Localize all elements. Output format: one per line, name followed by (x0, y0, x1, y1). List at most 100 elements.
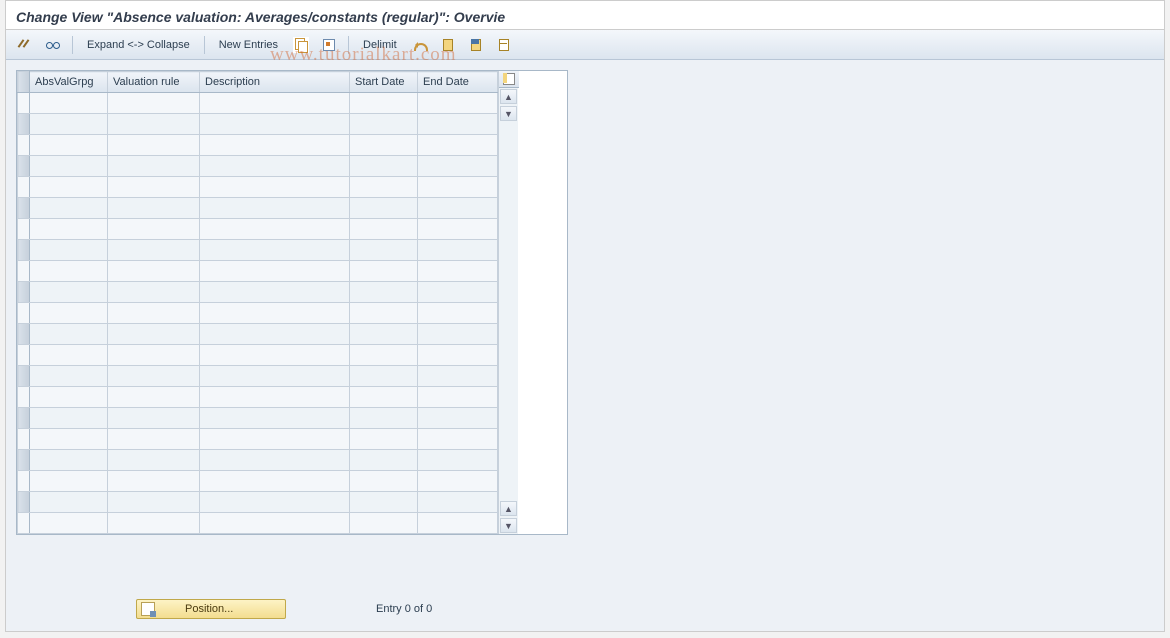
cell-valuation-rule[interactable] (108, 282, 200, 303)
cell-description[interactable] (200, 450, 350, 471)
column-header-start-date[interactable]: Start Date (350, 72, 418, 93)
cell-start-date[interactable] (350, 492, 418, 513)
cell-absvalgrpg[interactable] (30, 261, 108, 282)
select-all-button[interactable] (437, 35, 459, 55)
cell-description[interactable] (200, 219, 350, 240)
delimit-button[interactable]: Delimit (357, 35, 403, 55)
cell-description[interactable] (200, 471, 350, 492)
cell-start-date[interactable] (350, 156, 418, 177)
row-selector[interactable] (18, 135, 30, 156)
scroll-down-button[interactable]: ▼ (500, 518, 517, 533)
cell-start-date[interactable] (350, 471, 418, 492)
cell-description[interactable] (200, 240, 350, 261)
cell-absvalgrpg[interactable] (30, 429, 108, 450)
details-button[interactable] (42, 35, 64, 55)
scroll-up-button[interactable]: ▲ (500, 89, 517, 104)
row-selector[interactable] (18, 282, 30, 303)
table-settings-button[interactable] (499, 71, 519, 88)
cell-end-date[interactable] (418, 387, 498, 408)
expand-collapse-button[interactable]: Expand <-> Collapse (81, 35, 196, 55)
cell-absvalgrpg[interactable] (30, 156, 108, 177)
scroll-page-down-button[interactable]: ▲ (500, 501, 517, 516)
copy-as-button[interactable] (290, 35, 312, 55)
cell-start-date[interactable] (350, 177, 418, 198)
cell-absvalgrpg[interactable] (30, 324, 108, 345)
cell-description[interactable] (200, 324, 350, 345)
cell-end-date[interactable] (418, 429, 498, 450)
cell-absvalgrpg[interactable] (30, 198, 108, 219)
deselect-all-button[interactable] (493, 35, 515, 55)
cell-description[interactable] (200, 282, 350, 303)
row-selector[interactable] (18, 492, 30, 513)
cell-absvalgrpg[interactable] (30, 135, 108, 156)
cell-end-date[interactable] (418, 135, 498, 156)
row-selector[interactable] (18, 450, 30, 471)
cell-start-date[interactable] (350, 408, 418, 429)
row-selector-header[interactable] (18, 72, 30, 93)
cell-description[interactable] (200, 261, 350, 282)
cell-start-date[interactable] (350, 198, 418, 219)
cell-end-date[interactable] (418, 345, 498, 366)
cell-start-date[interactable] (350, 261, 418, 282)
cell-end-date[interactable] (418, 408, 498, 429)
cell-absvalgrpg[interactable] (30, 219, 108, 240)
cell-start-date[interactable] (350, 450, 418, 471)
cell-description[interactable] (200, 408, 350, 429)
column-header-end-date[interactable]: End Date (418, 72, 498, 93)
cell-start-date[interactable] (350, 219, 418, 240)
cell-valuation-rule[interactable] (108, 177, 200, 198)
column-header-description[interactable]: Description (200, 72, 350, 93)
cell-end-date[interactable] (418, 240, 498, 261)
cell-absvalgrpg[interactable] (30, 387, 108, 408)
cell-valuation-rule[interactable] (108, 135, 200, 156)
cell-absvalgrpg[interactable] (30, 408, 108, 429)
cell-end-date[interactable] (418, 261, 498, 282)
variable-list-button[interactable] (318, 35, 340, 55)
row-selector[interactable] (18, 156, 30, 177)
cell-absvalgrpg[interactable] (30, 282, 108, 303)
cell-valuation-rule[interactable] (108, 219, 200, 240)
row-selector[interactable] (18, 261, 30, 282)
undo-button[interactable] (409, 35, 431, 55)
cell-description[interactable] (200, 387, 350, 408)
row-selector[interactable] (18, 324, 30, 345)
cell-end-date[interactable] (418, 471, 498, 492)
cell-end-date[interactable] (418, 492, 498, 513)
column-header-absvalgrpg[interactable]: AbsValGrpg (30, 72, 108, 93)
cell-description[interactable] (200, 366, 350, 387)
cell-valuation-rule[interactable] (108, 471, 200, 492)
cell-valuation-rule[interactable] (108, 261, 200, 282)
row-selector[interactable] (18, 198, 30, 219)
cell-start-date[interactable] (350, 282, 418, 303)
cell-end-date[interactable] (418, 513, 498, 534)
cell-valuation-rule[interactable] (108, 366, 200, 387)
row-selector[interactable] (18, 303, 30, 324)
new-entries-button[interactable]: New Entries (213, 35, 284, 55)
change-display-button[interactable] (14, 35, 36, 55)
select-block-button[interactable] (465, 35, 487, 55)
cell-valuation-rule[interactable] (108, 345, 200, 366)
cell-absvalgrpg[interactable] (30, 450, 108, 471)
row-selector[interactable] (18, 345, 30, 366)
cell-absvalgrpg[interactable] (30, 471, 108, 492)
cell-valuation-rule[interactable] (108, 450, 200, 471)
cell-start-date[interactable] (350, 429, 418, 450)
cell-valuation-rule[interactable] (108, 513, 200, 534)
cell-start-date[interactable] (350, 93, 418, 114)
scroll-track[interactable] (499, 122, 518, 500)
cell-valuation-rule[interactable] (108, 387, 200, 408)
row-selector[interactable] (18, 93, 30, 114)
row-selector[interactable] (18, 513, 30, 534)
cell-end-date[interactable] (418, 324, 498, 345)
cell-end-date[interactable] (418, 282, 498, 303)
row-selector[interactable] (18, 366, 30, 387)
cell-description[interactable] (200, 492, 350, 513)
cell-description[interactable] (200, 198, 350, 219)
cell-description[interactable] (200, 114, 350, 135)
cell-valuation-rule[interactable] (108, 240, 200, 261)
row-selector[interactable] (18, 387, 30, 408)
cell-end-date[interactable] (418, 219, 498, 240)
cell-end-date[interactable] (418, 93, 498, 114)
cell-valuation-rule[interactable] (108, 156, 200, 177)
row-selector[interactable] (18, 429, 30, 450)
